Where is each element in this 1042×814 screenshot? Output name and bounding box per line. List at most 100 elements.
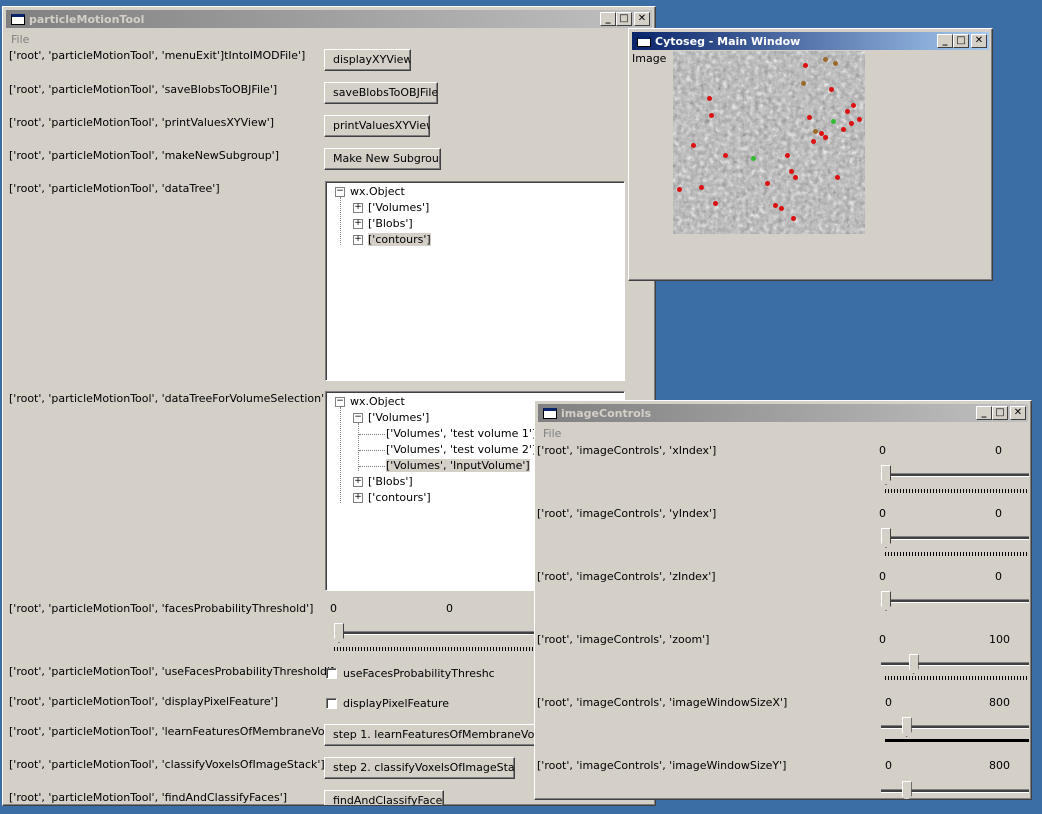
zoom-slider-track[interactable]	[881, 662, 1029, 666]
label-make-new-subgroup: ['root', 'particleMotionTool', 'makeNewS…	[9, 149, 279, 162]
tree-connector	[359, 450, 385, 451]
y-index-slider-ticks	[885, 552, 1029, 556]
tree-item-input-volume[interactable]: ['Volumes', 'InputVolume']	[386, 459, 530, 472]
blob-marker	[857, 117, 862, 122]
step1-learn-features-button[interactable]: step 1. learnFeaturesOfMembraneVoxels	[324, 724, 544, 746]
noise-texture	[673, 51, 865, 234]
blob-marker	[833, 61, 838, 66]
threshold-value: 0	[446, 602, 453, 615]
tree-connector	[340, 197, 341, 245]
blob-marker	[829, 87, 834, 92]
blob-marker	[785, 153, 790, 158]
z-index-slider-track[interactable]	[881, 599, 1029, 603]
blob-marker	[831, 119, 836, 124]
display-xy-view-button[interactable]: displayXYView	[324, 49, 411, 71]
blob-marker	[773, 203, 778, 208]
zoom-slider-thumb[interactable]	[908, 654, 919, 674]
window-size-x-slider-thumb[interactable]	[901, 717, 912, 737]
data-tree[interactable]: − wx.Object + ['Volumes'] + ['Blobs'] + …	[325, 181, 625, 381]
display-pixel-feature-label[interactable]: displayPixelFeature	[343, 697, 449, 710]
menu-file[interactable]: File	[543, 427, 561, 440]
tree-item-volumes[interactable]: ['Volumes']	[368, 411, 429, 424]
maximize-icon[interactable]: □	[992, 406, 1008, 420]
minimize-icon[interactable]: _	[976, 406, 992, 420]
z-index-slider-thumb[interactable]	[881, 591, 891, 611]
step2-classify-voxels-button[interactable]: step 2. classifyVoxelsOfImageStack	[324, 757, 515, 779]
zoom-min: 0	[879, 633, 886, 646]
use-faces-threshold-label[interactable]: useFacesProbabilityThreshc	[343, 667, 495, 680]
x-index-slider-track[interactable]	[881, 473, 1029, 477]
blob-marker	[779, 206, 784, 211]
blob-marker	[807, 115, 812, 120]
zoom-value: 100	[989, 633, 1010, 646]
threshold-slider-ticks	[334, 647, 544, 651]
blob-marker	[709, 113, 714, 118]
close-icon[interactable]: ✕	[634, 12, 650, 26]
maximize-icon[interactable]: □	[616, 12, 632, 26]
cytoseg-titlebar[interactable]: Cytoseg - Main Window _ □ ✕	[632, 32, 989, 50]
tree-item-contours[interactable]: ['contours']	[368, 233, 431, 246]
x-index-slider-ticks	[885, 489, 1029, 493]
display-pixel-feature-checkbox[interactable]	[326, 698, 337, 709]
collapse-icon[interactable]: −	[335, 187, 345, 197]
blob-marker	[801, 81, 806, 86]
blob-marker	[751, 156, 756, 161]
y-index-slider-track[interactable]	[881, 536, 1029, 540]
imgctl-title: imageControls	[561, 406, 652, 420]
tree-item-blobs[interactable]: ['Blobs']	[368, 475, 413, 488]
maximize-icon[interactable]: □	[953, 34, 969, 48]
label-data-tree-volume: ['root', 'particleMotionTool', 'dataTree…	[9, 392, 329, 405]
expand-icon[interactable]: +	[353, 219, 363, 229]
label-use-faces-threshold: ['root', 'particleMotionTool', 'useFaces…	[9, 665, 335, 678]
label-image-window-size-x: ['root', 'imageControls', 'imageWindowSi…	[537, 696, 788, 709]
threshold-slider-thumb[interactable]	[334, 623, 344, 643]
threshold-min: 0	[330, 602, 337, 615]
save-blobs-button[interactable]: saveBlobsToOBJFile	[324, 82, 438, 104]
zoom-slider-ticks	[885, 676, 1029, 680]
blob-marker	[823, 57, 828, 62]
blob-marker	[707, 96, 712, 101]
expand-icon[interactable]: +	[353, 493, 363, 503]
tree-root[interactable]: wx.Object	[350, 395, 405, 408]
tree-root[interactable]: wx.Object	[350, 185, 405, 198]
tree-item-test-volume-1[interactable]: ['Volumes', 'test volume 1']	[386, 427, 536, 440]
expand-icon[interactable]: +	[353, 203, 363, 213]
menu-file[interactable]: File	[11, 33, 29, 46]
tree-item-test-volume-2[interactable]: ['Volumes', 'test volume 2']	[386, 443, 536, 456]
y-index-value: 0	[995, 507, 1002, 520]
print-values-button[interactable]: printValuesXYView	[324, 115, 430, 137]
window-size-y-slider-thumb[interactable]	[901, 781, 912, 799]
y-index-slider-thumb[interactable]	[881, 528, 891, 548]
minimize-icon[interactable]: _	[937, 34, 953, 48]
cytoseg-main-window: Cytoseg - Main Window _ □ ✕ Image	[628, 28, 993, 281]
minimize-icon[interactable]: _	[600, 12, 616, 26]
close-icon[interactable]: ✕	[971, 34, 987, 48]
collapse-icon[interactable]: −	[353, 413, 363, 423]
make-new-subgroup-button[interactable]: Make New Subgroup	[324, 148, 441, 170]
y-index-min: 0	[879, 507, 886, 520]
label-x-index: ['root', 'imageControls', 'xIndex']	[537, 444, 717, 457]
label-image-window-size-y: ['root', 'imageControls', 'imageWindowSi…	[537, 759, 787, 772]
find-classify-faces-button[interactable]: findAndClassifyFaces	[324, 790, 444, 805]
expand-icon[interactable]: +	[353, 235, 363, 245]
image-label: Image	[632, 52, 667, 65]
blob-marker	[677, 187, 682, 192]
tree-item-contours[interactable]: ['contours']	[368, 491, 431, 504]
cytoseg-title: Cytoseg - Main Window	[655, 34, 801, 48]
tree-item-volumes[interactable]: ['Volumes']	[368, 201, 429, 214]
expand-icon[interactable]: +	[353, 477, 363, 487]
threshold-slider-track[interactable]	[334, 631, 544, 635]
imgctl-titlebar[interactable]: imageControls _ □ ✕	[538, 404, 1028, 422]
blob-marker	[823, 135, 828, 140]
x-index-slider-thumb[interactable]	[881, 465, 891, 485]
tree-item-blobs[interactable]: ['Blobs']	[368, 217, 413, 230]
tree-connector	[359, 466, 385, 467]
blob-marker	[803, 63, 808, 68]
blob-marker	[723, 153, 728, 158]
use-faces-threshold-checkbox[interactable]	[326, 668, 337, 679]
segmentation-image[interactable]	[673, 51, 865, 234]
close-icon[interactable]: ✕	[1010, 406, 1026, 420]
pmt-titlebar[interactable]: particleMotionTool _ □ ✕	[6, 10, 652, 28]
blob-marker	[813, 129, 818, 134]
collapse-icon[interactable]: −	[335, 397, 345, 407]
